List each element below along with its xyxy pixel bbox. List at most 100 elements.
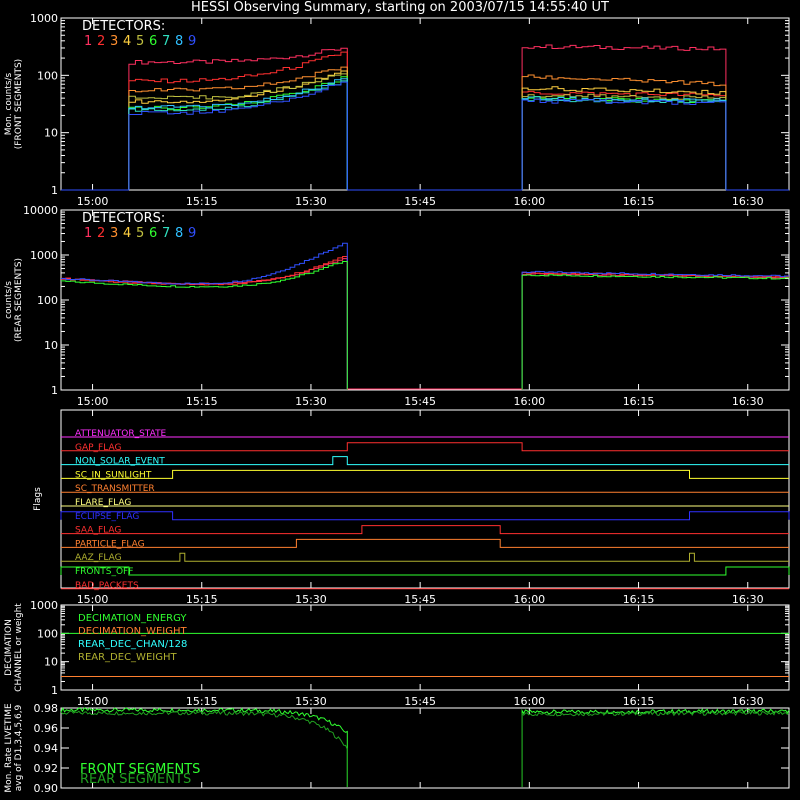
legend-entry: 2 <box>97 226 105 241</box>
x-tick-label: 16:30 <box>732 395 764 408</box>
y-tick-label: 0.92 <box>34 762 59 775</box>
y-tick-label: 1 <box>51 184 58 197</box>
legend-entry: 4 <box>123 34 131 49</box>
y-axis-label: avg of D1,3,4,5,6,9 <box>14 704 24 791</box>
x-tick-label: 15:30 <box>295 195 327 208</box>
series-line-det1 <box>61 258 348 390</box>
hessi-summary-chart: 15:00 15:15 15:30 15:45 16:00 16:15 16:30Mon. … <box>4 12 790 795</box>
panel-flags: 15:00 15:15 15:30 15:45 16:00 16:15 16:30 Flags… <box>33 409 790 606</box>
legend-entry: 3 <box>110 34 118 49</box>
legend-entry: REAR_DEC_CHAN/128 <box>78 639 187 650</box>
panel-rear: 15:00 15:15 15:30 15:45 16:00 16:15 16:30 count… <box>4 204 790 408</box>
series-line-det5 <box>521 93 727 190</box>
series-line-det2 <box>521 90 727 190</box>
y-tick-label: 0.90 <box>34 782 59 795</box>
y-tick-label: 1000 <box>30 12 58 25</box>
x-tick-label: 15:15 <box>186 395 218 408</box>
series-line-livetime <box>521 710 790 787</box>
flag-line <box>61 456 789 466</box>
x-tick-label: 15:15 <box>186 695 218 708</box>
y-tick-label: 100 <box>37 627 58 640</box>
flag-label: FRONTS_OFF <box>75 567 133 577</box>
legend-entry: 1 <box>84 226 92 241</box>
y-tick-label: 100 <box>37 294 58 307</box>
series-line-livetime <box>521 708 790 787</box>
legend-entry: 7 <box>162 34 170 49</box>
flag-line <box>61 525 789 535</box>
y-tick-label: 10 <box>44 656 58 669</box>
panel-front: 15:00 15:15 15:30 15:45 16:00 16:15 16:30 Mon. … <box>4 12 790 208</box>
x-tick-label: 15:30 <box>295 395 327 408</box>
x-tick-label: 15:00 <box>77 395 109 408</box>
legend-entry: 2 <box>97 34 105 49</box>
series-line-det6 <box>521 274 789 390</box>
legend-entry: 6 <box>149 226 157 241</box>
legend-entry: 3 <box>110 226 118 241</box>
x-tick-label: 16:00 <box>513 695 545 708</box>
x-tick-label: 15:00 <box>77 695 109 708</box>
y-axis-label: (REAR SEGMENTS) <box>14 258 24 342</box>
panel-decimation: 15:00 15:15 15:30 15:45 16:00 16:15 16:30 DECIM… <box>4 599 790 708</box>
series-line-det1 <box>128 47 348 190</box>
x-tick-label: 16:15 <box>623 593 655 606</box>
x-tick-label: 15:45 <box>404 593 436 606</box>
y-axis-label: DECIMATION <box>4 619 14 676</box>
x-tick-label: 15:45 <box>404 395 436 408</box>
legend-title: DETECTORS: <box>82 19 165 34</box>
x-tick-label: 16:15 <box>623 695 655 708</box>
flag-label: ECLIPSE_FLAG <box>75 512 139 522</box>
series-line-det6 <box>521 96 727 190</box>
series-line-det2 <box>128 51 348 190</box>
y-tick-label: 0.98 <box>34 702 59 715</box>
flag-line <box>61 442 789 452</box>
x-tick-label: 15:15 <box>186 195 218 208</box>
x-tick-label: 15:00 <box>77 195 109 208</box>
x-tick-label: 16:15 <box>623 195 655 208</box>
y-tick-label: 10000 <box>23 204 58 217</box>
series-line-det9 <box>521 98 727 190</box>
y-tick-label: 0.94 <box>34 742 59 755</box>
y-tick-label: 1 <box>51 684 58 697</box>
y-tick-label: 1000 <box>30 599 58 612</box>
y-tick-label: 10 <box>44 339 58 352</box>
legend-entry: REAR_DEC_WEIGHT <box>78 652 177 663</box>
series-line-det2 <box>521 272 789 390</box>
x-tick-label: 15:15 <box>186 593 218 606</box>
y-axis-label: CHANNEL or weight <box>14 603 24 692</box>
legend-entry: 7 <box>162 226 170 241</box>
series-line-det6 <box>128 76 348 190</box>
flag-line <box>60 566 790 576</box>
series-line-det2 <box>61 256 348 390</box>
legend-entry: 9 <box>188 226 196 241</box>
x-tick-label: 15:45 <box>404 695 436 708</box>
legend-entry: 5 <box>136 34 144 49</box>
y-tick-label: 0.96 <box>34 722 59 735</box>
x-tick-label: 16:30 <box>732 695 764 708</box>
flag-line <box>61 469 789 479</box>
flag-line <box>61 538 789 548</box>
legend-entry: 5 <box>136 226 144 241</box>
y-tick-label: 1 <box>51 384 58 397</box>
panel-livetime: Mon. Rate LIVETIME avg of D1,3,4,5,6,9 0.9… <box>4 702 790 795</box>
y-axis-label: Mon. counts/s <box>4 72 14 135</box>
y-axis-label: (FRONT SEGMENTS) <box>14 59 24 149</box>
series-line-det1 <box>521 272 789 390</box>
x-tick-label: 16:15 <box>623 395 655 408</box>
series-line-det7 <box>521 98 727 190</box>
legend-entry: 6 <box>149 34 157 49</box>
x-tick-label: 16:00 <box>513 593 545 606</box>
series-line-det8 <box>521 96 727 190</box>
legend-entry: DECIMATION_ENERGY <box>78 613 187 624</box>
series-line-det9 <box>61 242 348 390</box>
legend-title: DETECTORS: <box>82 211 165 226</box>
x-tick-label: 15:30 <box>295 695 327 708</box>
series-line-det9 <box>521 270 789 390</box>
flag-line <box>61 552 789 562</box>
y-tick-label: 10 <box>44 127 58 140</box>
legend-entry: REAR SEGMENTS <box>80 772 191 787</box>
y-tick-label: 1000 <box>30 249 58 262</box>
series-line-det3 <box>128 66 348 190</box>
x-tick-label: 15:30 <box>295 593 327 606</box>
series-line-det8 <box>128 78 348 190</box>
x-tick-label: 16:00 <box>513 195 545 208</box>
